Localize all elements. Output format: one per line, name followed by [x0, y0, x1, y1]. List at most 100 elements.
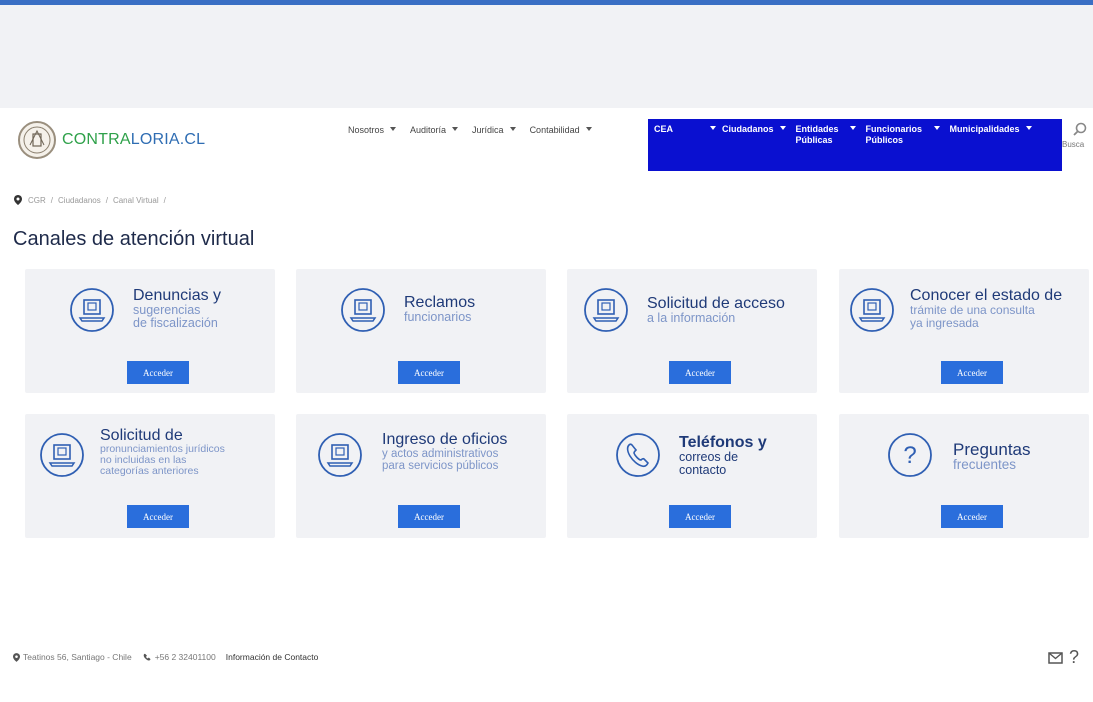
nav-item-juridica[interactable]: Jurídica: [472, 125, 516, 135]
card-title: Denuncias y: [133, 287, 222, 304]
card-title: Teléfonos y: [679, 434, 767, 451]
card-title: Ingreso de oficios: [382, 431, 508, 448]
phone-icon: [615, 432, 661, 478]
breadcrumb-canal-virtual[interactable]: Canal Virtual: [113, 196, 159, 205]
card-conocer-estado: Conocer el estado de trámite de una cons…: [839, 269, 1089, 393]
acceder-button[interactable]: Acceder: [941, 505, 1003, 528]
nav-label: CEA: [654, 124, 674, 134]
card-text: Preguntas frecuentes: [953, 441, 1031, 471]
nav-label: Ciudadanos: [722, 124, 774, 134]
breadcrumb-separator: /: [105, 195, 108, 205]
breadcrumb-separator: /: [50, 195, 54, 205]
footer-actions: ?: [1048, 647, 1079, 668]
caret-down-icon: [849, 126, 856, 130]
nav-label: Contabilidad: [529, 125, 580, 135]
banner-area: [0, 5, 1093, 108]
phone-icon: [143, 653, 151, 661]
card-subtitle: para servicios públicos: [382, 460, 499, 472]
nav-item-funcionarios[interactable]: Funcionarios Públicos: [866, 124, 940, 171]
mail-icon[interactable]: [1048, 651, 1063, 664]
acceder-button[interactable]: Acceder: [941, 361, 1003, 384]
card-reclamos: Reclamos funcionarios Acceder: [296, 269, 546, 393]
card-text: Ingreso de oficios y actos administrativ…: [382, 431, 507, 472]
nav-item-ciudadanos[interactable]: Ciudadanos: [710, 124, 786, 171]
computer-document-icon: [340, 287, 386, 333]
nav-item-auditoria[interactable]: Auditoría: [410, 125, 459, 135]
card-title: Conocer el estado de: [910, 287, 1063, 304]
card-title: Solicitud de acceso: [647, 295, 785, 312]
location-pin-icon: [14, 195, 22, 205]
card-subtitle: a la información: [647, 311, 736, 325]
card-text: Reclamos funcionarios: [404, 294, 475, 324]
main-nav: Nosotros Auditoría Jurídica Contabilidad: [348, 125, 606, 135]
card-subtitle: ya ingresada: [910, 316, 979, 330]
nav-label: Entidades Públicas: [795, 124, 839, 145]
contact-info-link[interactable]: Información de Contacto: [226, 652, 319, 662]
card-subtitle: contacto: [679, 463, 727, 477]
acceder-button[interactable]: Acceder: [127, 505, 189, 528]
acceder-button[interactable]: Acceder: [127, 361, 189, 384]
card-title: Preguntas: [953, 440, 1031, 459]
card-telefonos: Teléfonos y correos de contacto Acceder: [567, 414, 817, 538]
nav-item-cea[interactable]: CEA: [654, 124, 700, 171]
card-text: Denuncias y sugerencias de fiscalización: [133, 287, 221, 330]
acceder-button[interactable]: Acceder: [669, 361, 731, 384]
card-text: Teléfonos y correos de contacto: [679, 434, 767, 477]
computer-document-icon: [317, 432, 363, 478]
nav-label: Nosotros: [348, 125, 385, 135]
card-preguntas: ? Preguntas frecuentes Acceder: [839, 414, 1089, 538]
card-text: Solicitud de pronunciamientos jurídicos …: [100, 427, 225, 477]
seal-icon: [18, 121, 56, 159]
page-title: Canales de atención virtual: [13, 228, 255, 250]
card-ingreso-oficios: Ingreso de oficios y actos administrativ…: [296, 414, 546, 538]
card-solicitud-acceso: Solicitud de acceso a la información Acc…: [567, 269, 817, 393]
acceder-button[interactable]: Acceder: [398, 505, 460, 528]
site-footer: Teatinos 56, Santiago - Chile +56 2 3240…: [13, 652, 318, 662]
computer-document-icon: [583, 287, 629, 333]
svg-text:?: ?: [903, 442, 916, 469]
search-button[interactable]: Busca: [1062, 122, 1093, 166]
nav-item-contabilidad[interactable]: Contabilidad: [530, 125, 592, 135]
breadcrumb: CGR / Ciudadanos / Canal Virtual /: [14, 195, 171, 205]
caret-down-icon: [779, 126, 786, 130]
site-logo[interactable]: CONTRALORIA.CL: [18, 121, 205, 159]
question-icon: ?: [887, 432, 933, 478]
nav-item-municipalidades[interactable]: Municipalidades: [950, 124, 1032, 171]
card-subtitle: frecuentes: [953, 457, 1017, 472]
breadcrumb-separator: /: [163, 195, 166, 205]
nav-label: Jurídica: [472, 125, 504, 135]
search-icon: [1073, 122, 1087, 136]
footer-address: Teatinos 56, Santiago - Chile: [23, 652, 132, 662]
card-subtitle: categorías anteriores: [100, 465, 199, 477]
caret-down-icon: [452, 127, 459, 131]
caret-down-icon: [933, 126, 940, 130]
caret-down-icon: [585, 127, 592, 131]
logo-text-a: CONTRA: [62, 131, 131, 148]
site-header: CONTRALORIA.CL Nosotros Auditoría Jurídi…: [0, 108, 1093, 172]
caret-down-icon: [710, 126, 716, 130]
computer-document-icon: [849, 287, 895, 333]
logo-text-b: LORIA.CL: [130, 131, 206, 148]
card-text: Conocer el estado de trámite de una cons…: [910, 287, 1062, 330]
acceder-button[interactable]: Acceder: [398, 361, 460, 384]
card-text: Solicitud de acceso a la información: [647, 295, 785, 325]
card-solicitud-pronunciamientos: Solicitud de pronunciamientos jurídicos …: [25, 414, 275, 538]
logo-wordmark: CONTRALORIA.CL: [62, 131, 205, 149]
nav-item-entidades[interactable]: Entidades Públicas: [796, 124, 856, 171]
acceder-button[interactable]: Acceder: [669, 505, 731, 528]
highlighted-nav: CEA Ciudadanos Entidades Públicas Funcio…: [648, 119, 1062, 171]
caret-down-icon: [509, 127, 516, 131]
computer-document-icon: [69, 287, 115, 333]
search-label: Busca: [1062, 140, 1085, 149]
help-icon[interactable]: ?: [1069, 647, 1079, 668]
nav-item-nosotros[interactable]: Nosotros: [348, 125, 397, 135]
breadcrumb-cgr[interactable]: CGR: [28, 196, 46, 205]
card-subtitle: y actos administrativos: [382, 448, 499, 460]
card-title: Reclamos: [404, 294, 476, 311]
card-denuncias: Denuncias y sugerencias de fiscalización…: [25, 269, 275, 393]
nav-label: Auditoría: [410, 125, 447, 135]
nav-label: Funcionarios Públicos: [865, 124, 923, 145]
card-subtitle: de fiscalización: [133, 316, 218, 330]
breadcrumb-ciudadanos[interactable]: Ciudadanos: [58, 196, 101, 205]
nav-label: Municipalidades: [949, 124, 1020, 134]
